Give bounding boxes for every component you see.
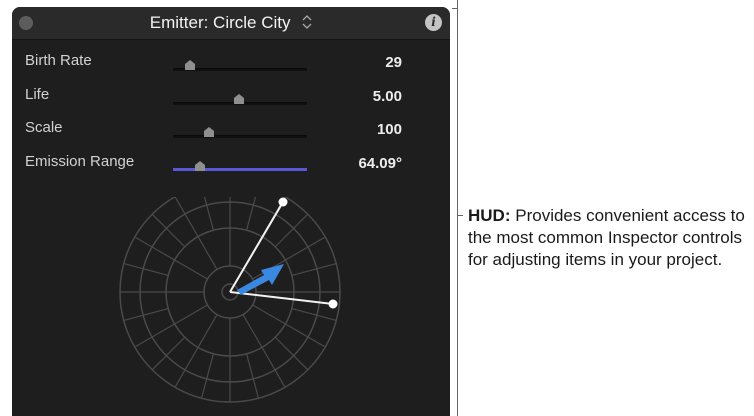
wheel-spoke <box>151 336 186 371</box>
callout-term: HUD: <box>468 206 511 225</box>
param-label: Emission Range <box>25 153 135 170</box>
scale-slider[interactable] <box>173 135 307 138</box>
hud-title: Emitter: Circle City <box>149 13 291 32</box>
wheel-spoke <box>291 262 337 277</box>
callout-leader <box>457 215 463 216</box>
wheel-spoke <box>123 307 169 322</box>
slider-thumb-icon[interactable] <box>194 161 205 171</box>
param-row-emission-range: Emission Range 64.09° <box>12 153 450 179</box>
emission-range-slider[interactable] <box>173 168 307 171</box>
param-label: Scale <box>25 119 63 136</box>
wheel-spoke <box>151 213 186 248</box>
wheel-spoke <box>174 314 218 388</box>
slider-thumb-icon[interactable] <box>233 94 244 104</box>
wheel-spoke <box>134 304 208 348</box>
callout-bracket <box>457 0 458 416</box>
param-row-life: Life 5.00 <box>12 86 450 112</box>
hud-panel: Emitter: Circle City i Birth Rate 29 Lif… <box>12 7 450 416</box>
slider-thumb-icon[interactable] <box>185 60 196 70</box>
param-value[interactable]: 64.09° <box>358 155 402 172</box>
param-label: Life <box>25 86 50 103</box>
param-value[interactable]: 5.00 <box>373 88 402 105</box>
wheel-spoke <box>242 314 286 388</box>
param-value[interactable]: 29 <box>385 54 402 71</box>
hud-callout-caption: HUD: Provides convenient access to the m… <box>468 205 752 271</box>
wheel-spoke <box>252 304 326 348</box>
hud-titlebar: Emitter: Circle City i <box>12 7 450 40</box>
wheel-spoke <box>200 353 215 399</box>
emission-direction-wheel[interactable] <box>116 197 356 416</box>
info-icon[interactable]: i <box>425 14 442 31</box>
param-row-birth-rate: Birth Rate 29 <box>12 52 450 78</box>
wheel-spoke <box>123 262 169 277</box>
slider-thumb-icon[interactable] <box>204 127 215 137</box>
param-label: Birth Rate <box>25 52 92 69</box>
wheel-spoke <box>274 336 309 371</box>
emission-range-line-lower <box>229 291 334 305</box>
wheel-spoke <box>291 307 337 322</box>
param-row-scale: Scale 100 <box>12 119 450 145</box>
param-value[interactable]: 100 <box>377 121 402 138</box>
wheel-spoke <box>245 353 260 399</box>
wheel-spoke <box>274 213 309 248</box>
range-handle-upper[interactable] <box>278 197 288 207</box>
wheel-spoke <box>134 236 208 280</box>
chevron-updown-icon <box>302 14 312 29</box>
wheel-spoke <box>245 197 257 231</box>
range-handle-lower[interactable] <box>328 299 338 309</box>
wheel-spoke <box>203 197 215 231</box>
emitter-selector[interactable]: Emitter: Circle City <box>12 13 450 33</box>
